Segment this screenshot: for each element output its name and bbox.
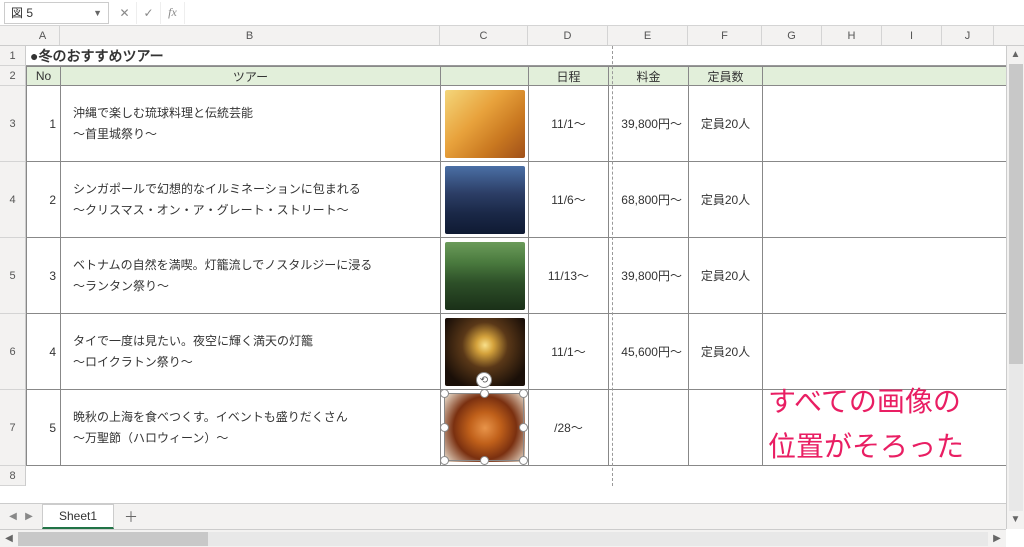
row-headers: 1 2 3 4 5 6 7 8 bbox=[0, 46, 26, 486]
hscroll-track[interactable] bbox=[18, 532, 988, 546]
vertical-scrollbar[interactable]: ▲ ▼ bbox=[1006, 46, 1024, 529]
tab-sheet1[interactable]: Sheet1 bbox=[42, 504, 114, 529]
cell-schedule: 11/6～ bbox=[529, 162, 609, 237]
cell-schedule: 11/1～ bbox=[529, 314, 609, 389]
cell-tour: 沖縄で楽しむ琉球料理と伝統芸能～首里城祭り～ bbox=[61, 86, 441, 161]
tour-image[interactable] bbox=[445, 394, 525, 462]
column-header[interactable]: A bbox=[26, 26, 60, 45]
column-header[interactable]: D bbox=[528, 26, 608, 45]
formula-bar: 図 5 ▼ ✕ ✓ fx bbox=[0, 0, 1024, 26]
cell-price: 39,800円～ bbox=[609, 86, 689, 161]
table-row: 2シンガポールで幻想的なイルミネーションに包まれる～クリスマス・オン・ア・グレー… bbox=[26, 162, 1024, 238]
cell-price: 68,800円～ bbox=[609, 162, 689, 237]
cell-capacity: 定員20人 bbox=[689, 86, 763, 161]
scroll-down-icon[interactable]: ▼ bbox=[1011, 511, 1021, 529]
column-header[interactable]: F bbox=[688, 26, 762, 45]
cell-capacity: 定員20人 bbox=[689, 238, 763, 313]
cancel-formula-button[interactable]: ✕ bbox=[113, 2, 137, 24]
page-title: ●冬のおすすめツアー bbox=[26, 46, 1024, 66]
column-header[interactable]: C bbox=[440, 26, 528, 45]
tab-nav-prev-icon[interactable]: ◀ bbox=[6, 511, 20, 522]
cell-price: 45,600円～ bbox=[609, 314, 689, 389]
formula-input[interactable] bbox=[185, 2, 1024, 24]
column-header[interactable]: H bbox=[822, 26, 882, 45]
cell-image bbox=[441, 162, 529, 237]
cell-no: 1 bbox=[27, 86, 61, 161]
cell-no: 3 bbox=[27, 238, 61, 313]
cell-tour: 晩秋の上海を食べつくす。イベントも盛りだくさん～万聖節（ハロウィーン）～ bbox=[61, 390, 441, 465]
cell-capacity bbox=[689, 390, 763, 465]
row-header[interactable]: 1 bbox=[0, 46, 25, 66]
cell-no: 2 bbox=[27, 162, 61, 237]
header-image bbox=[441, 67, 529, 85]
row-header[interactable]: 2 bbox=[0, 66, 25, 86]
tour-image[interactable] bbox=[445, 90, 525, 158]
header-tour: ツアー bbox=[61, 67, 441, 85]
cell-tour: タイで一度は見たい。夜空に輝く満天の灯籠～ロイクラトン祭り～ bbox=[61, 314, 441, 389]
row-header[interactable]: 5 bbox=[0, 238, 25, 314]
spreadsheet-grid: 1 2 3 4 5 6 7 8 ●冬のおすすめツアー No ツアー 日程 料金 … bbox=[0, 46, 1024, 486]
row-header[interactable]: 7 bbox=[0, 390, 25, 466]
horizontal-scrollbar[interactable]: ◀ ▶ bbox=[0, 529, 1006, 547]
tour-image[interactable] bbox=[445, 242, 525, 310]
cell-price bbox=[609, 390, 689, 465]
row-header[interactable]: 3 bbox=[0, 86, 25, 162]
cell-image bbox=[441, 86, 529, 161]
table-row: 3ベトナムの自然を満喫。灯籠流しでノスタルジーに浸る～ランタン祭り～ 11/13～… bbox=[26, 238, 1024, 314]
header-capacity: 定員数 bbox=[689, 67, 763, 85]
name-box-value: 図 5 bbox=[11, 4, 33, 21]
cell-image bbox=[441, 238, 529, 313]
scroll-right-icon[interactable]: ▶ bbox=[988, 533, 1006, 544]
cell-no: 5 bbox=[27, 390, 61, 465]
cell-no: 4 bbox=[27, 314, 61, 389]
cell-capacity: 定員20人 bbox=[689, 314, 763, 389]
tour-image[interactable] bbox=[445, 166, 525, 234]
column-header[interactable]: J bbox=[942, 26, 994, 45]
cells-area[interactable]: ●冬のおすすめツアー No ツアー 日程 料金 定員数 1沖縄で楽しむ琉球料理と… bbox=[26, 46, 1024, 486]
cell-image: ⟲ bbox=[441, 390, 529, 465]
header-schedule: 日程 bbox=[529, 67, 609, 85]
sheet-tab-bar: ◀ ▶ Sheet1 ＋ bbox=[0, 503, 1024, 529]
confirm-formula-button[interactable]: ✓ bbox=[137, 2, 161, 24]
header-no: No bbox=[27, 67, 61, 85]
header-price: 料金 bbox=[609, 67, 689, 85]
column-header[interactable]: G bbox=[762, 26, 822, 45]
tab-nav-buttons[interactable]: ◀ ▶ bbox=[0, 511, 42, 522]
tour-image[interactable] bbox=[445, 318, 525, 386]
name-box[interactable]: 図 5 ▼ bbox=[4, 2, 109, 24]
scroll-up-icon[interactable]: ▲ bbox=[1011, 46, 1021, 64]
cell-price: 39,800円～ bbox=[609, 238, 689, 313]
column-header[interactable]: I bbox=[882, 26, 942, 45]
cell-tour: シンガポールで幻想的なイルミネーションに包まれる～クリスマス・オン・ア・グレート… bbox=[61, 162, 441, 237]
row-header[interactable]: 8 bbox=[0, 466, 25, 486]
column-headers: A B C D E F G H I J bbox=[0, 26, 1024, 46]
cell-image bbox=[441, 314, 529, 389]
table-row: 1沖縄で楽しむ琉球料理と伝統芸能～首里城祭り～ 11/1～39,800円～定員20… bbox=[26, 86, 1024, 162]
cell-schedule: 11/1～ bbox=[529, 86, 609, 161]
cell-schedule: 11/13～ bbox=[529, 238, 609, 313]
insert-function-button[interactable]: fx bbox=[161, 2, 185, 24]
table-row: 4タイで一度は見たい。夜空に輝く満天の灯籠～ロイクラトン祭り～ 11/1～45,6… bbox=[26, 314, 1024, 390]
tab-nav-next-icon[interactable]: ▶ bbox=[22, 511, 36, 522]
row-header[interactable]: 4 bbox=[0, 162, 25, 238]
chevron-down-icon: ▼ bbox=[93, 8, 102, 18]
cell-tour: ベトナムの自然を満喫。灯籠流しでノスタルジーに浸る～ランタン祭り～ bbox=[61, 238, 441, 313]
table-row: 5晩秋の上海を食べつくす。イベントも盛りだくさん～万聖節（ハロウィーン）～⟲/2… bbox=[26, 390, 1024, 466]
column-header[interactable]: B bbox=[60, 26, 440, 45]
column-header[interactable]: E bbox=[608, 26, 688, 45]
cell-capacity: 定員20人 bbox=[689, 162, 763, 237]
table-header-row: No ツアー 日程 料金 定員数 bbox=[26, 66, 1024, 86]
vscroll-thumb[interactable] bbox=[1009, 64, 1023, 364]
vscroll-track[interactable] bbox=[1009, 64, 1023, 511]
cell-schedule: /28～ bbox=[529, 390, 609, 465]
hscroll-thumb[interactable] bbox=[18, 532, 208, 546]
row-header[interactable]: 6 bbox=[0, 314, 25, 390]
scroll-left-icon[interactable]: ◀ bbox=[0, 533, 18, 544]
add-sheet-button[interactable]: ＋ bbox=[120, 506, 142, 528]
